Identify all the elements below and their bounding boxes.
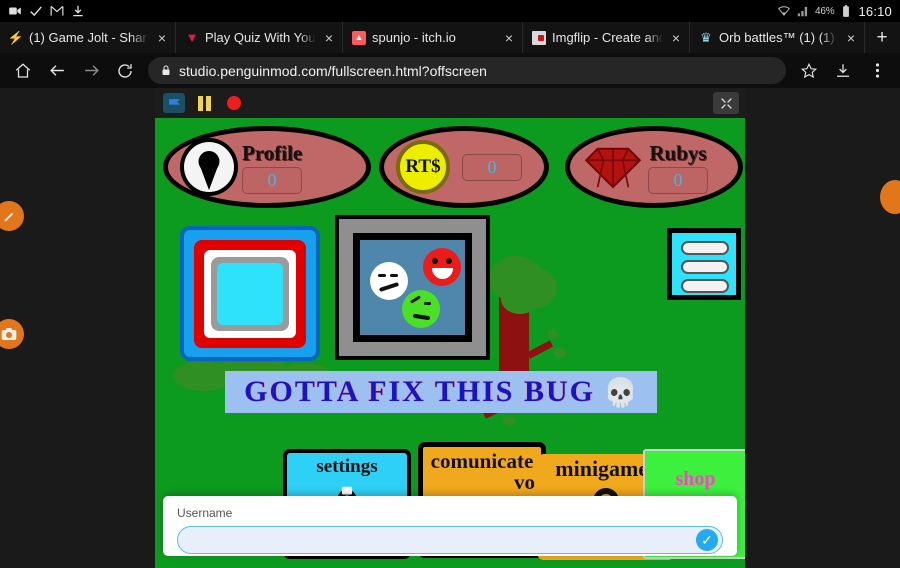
home-icon[interactable] bbox=[6, 56, 40, 86]
browser-tab-1[interactable]: ⚡ (1) Game Jolt - Shar × bbox=[0, 22, 176, 53]
new-tab-button[interactable]: + bbox=[865, 22, 899, 53]
tab-title: (1) Game Jolt - Shar bbox=[29, 30, 147, 45]
stop-icon[interactable] bbox=[221, 92, 247, 114]
emoji-panel-inner bbox=[353, 233, 472, 342]
reload-icon[interactable] bbox=[108, 56, 142, 86]
battery-percent: 46% bbox=[815, 5, 835, 17]
download-icon[interactable] bbox=[826, 56, 860, 86]
button-label-secondary: vo bbox=[514, 470, 535, 494]
frame-red bbox=[194, 239, 306, 348]
frame-gray bbox=[211, 256, 289, 331]
gmail-icon bbox=[50, 5, 64, 16]
pencil-fab-icon[interactable] bbox=[0, 201, 24, 231]
tree-decoration bbox=[485, 238, 568, 380]
tab-close-button[interactable]: × bbox=[669, 31, 683, 45]
stat-rts[interactable]: RT$ 0 bbox=[379, 126, 549, 208]
browser-tab-4[interactable]: Imgflip - Create and × bbox=[523, 22, 690, 53]
cell-signal-icon bbox=[797, 6, 808, 17]
banner: GOTTA FIX THIS BUG 💀 bbox=[225, 371, 657, 413]
back-arrow-icon[interactable] bbox=[40, 56, 74, 86]
browser-tab-2[interactable]: ▼ Play Quiz With Your × bbox=[176, 22, 343, 53]
forward-arrow-icon[interactable] bbox=[74, 56, 108, 86]
button-label: settings bbox=[316, 456, 378, 477]
check-circle-icon[interactable]: ✓ bbox=[696, 529, 718, 551]
status-bar-system-icons: 46% 16:10 bbox=[777, 4, 892, 19]
exit-fullscreen-icon[interactable] bbox=[713, 92, 739, 114]
stat-profile[interactable]: Profile 0 bbox=[163, 126, 371, 208]
video-record-icon bbox=[9, 7, 21, 15]
skull-icon: 💀 bbox=[602, 376, 638, 408]
tab-close-button[interactable]: × bbox=[155, 31, 169, 45]
quiz-icon: ▼ bbox=[185, 30, 199, 45]
stat-rubys[interactable]: Rubys 0 bbox=[565, 126, 743, 208]
status-bar-notification-icons bbox=[8, 4, 85, 18]
banner-text: GOTTA FIX THIS BUG bbox=[243, 374, 595, 409]
coin-icon: RT$ bbox=[396, 140, 450, 194]
browser-toolbar: studio.penguinmod.com/fullscreen.html?of… bbox=[0, 53, 900, 88]
emoji-smirk-white[interactable] bbox=[370, 262, 408, 300]
browser-tab-5[interactable]: ♛ Orb battles™ (1) (1) × bbox=[690, 22, 865, 53]
tab-title: Orb battles™ (1) (1) bbox=[719, 30, 835, 45]
orb-icon: ♛ bbox=[700, 30, 712, 45]
tab-title: Imgflip - Create and bbox=[552, 30, 663, 45]
tab-close-button[interactable]: × bbox=[322, 31, 336, 45]
stat-label: Rubys bbox=[649, 140, 707, 165]
stats-row: Profile 0 RT$ 0 Rubys 0 bbox=[155, 120, 745, 214]
floating-button-icon[interactable] bbox=[880, 180, 900, 214]
android-status-bar: 46% 16:10 bbox=[0, 0, 900, 22]
menu-bar bbox=[681, 241, 729, 255]
gamejolt-icon: ⚡ bbox=[9, 30, 23, 45]
frame-white bbox=[204, 249, 296, 338]
username-input-wrap: ✓ bbox=[177, 526, 723, 554]
screen: 46% 16:10 ⚡ (1) Game Jolt - Shar × ▼ Pla… bbox=[0, 0, 900, 568]
username-input[interactable] bbox=[177, 526, 723, 554]
emoji-frown-green[interactable] bbox=[402, 290, 440, 328]
download-icon bbox=[73, 5, 83, 17]
button-label: comunicate bbox=[430, 449, 534, 473]
color-frame-button[interactable] bbox=[180, 226, 320, 361]
frame-cyan-fill bbox=[217, 262, 283, 325]
pause-icon[interactable] bbox=[191, 92, 217, 114]
player-control-bar bbox=[155, 88, 745, 118]
stat-value: 0 bbox=[648, 166, 708, 194]
menu-bar bbox=[681, 279, 729, 293]
username-label: Username bbox=[177, 506, 233, 520]
green-flag-icon[interactable] bbox=[161, 92, 187, 114]
itchio-icon: ▲ bbox=[352, 30, 366, 45]
browser-tab-strip: ⚡ (1) Game Jolt - Shar × ▼ Play Quiz Wit… bbox=[0, 22, 900, 53]
stat-label: Profile bbox=[242, 140, 303, 165]
lock-icon bbox=[162, 65, 170, 75]
address-bar[interactable]: studio.penguinmod.com/fullscreen.html?of… bbox=[148, 57, 786, 84]
imgflip-icon bbox=[532, 30, 546, 45]
menu-button[interactable] bbox=[667, 228, 741, 300]
emoji-laugh-red[interactable] bbox=[423, 248, 461, 286]
stat-value: 0 bbox=[462, 153, 522, 181]
status-bar-clock: 16:10 bbox=[858, 3, 892, 19]
battery-icon bbox=[843, 5, 850, 17]
button-label: shop bbox=[675, 468, 716, 490]
emoji-reaction-panel[interactable] bbox=[335, 215, 490, 360]
star-icon[interactable] bbox=[792, 56, 826, 86]
menu-bar bbox=[681, 260, 729, 274]
tab-close-button[interactable]: × bbox=[502, 31, 516, 45]
ruby-gem-icon bbox=[584, 147, 642, 189]
keyhole-avatar-icon bbox=[180, 138, 238, 196]
page-content: Profile 0 RT$ 0 Rubys 0 GOTTA FIX THIS B… bbox=[0, 88, 900, 568]
browser-tab-3[interactable]: ▲ spunjo - itch.io × bbox=[343, 22, 523, 53]
tab-title: Play Quiz With Your bbox=[205, 30, 316, 45]
camera-fab-icon[interactable] bbox=[0, 319, 24, 349]
url-text: studio.penguinmod.com/fullscreen.html?of… bbox=[179, 62, 487, 79]
username-dialog: Username ✓ bbox=[163, 496, 737, 556]
wifi-icon bbox=[778, 6, 790, 16]
tab-title: spunjo - itch.io bbox=[372, 30, 456, 45]
checkmark-icon bbox=[30, 6, 42, 17]
stat-value: 0 bbox=[242, 166, 302, 194]
tab-close-button[interactable]: × bbox=[844, 31, 858, 45]
toolbar-actions bbox=[792, 56, 894, 86]
kebab-menu-icon[interactable] bbox=[860, 56, 894, 86]
button-label: minigames bbox=[555, 456, 657, 481]
